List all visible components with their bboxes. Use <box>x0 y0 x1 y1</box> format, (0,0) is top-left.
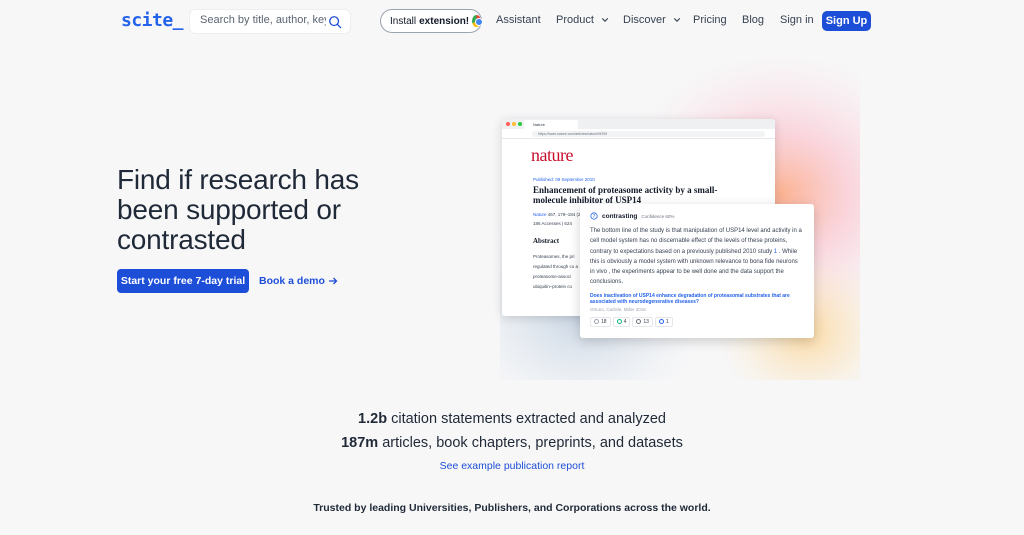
nav-sign-in-label: Sign in <box>780 14 814 26</box>
nav-discover-label: Discover <box>623 14 666 26</box>
top-nav: scite_ Install extension! Assistant Prod… <box>0 0 1024 42</box>
install-extension-button[interactable]: Install extension! <box>380 9 483 33</box>
nav-discover[interactable]: Discover <box>623 14 681 26</box>
nav-assistant[interactable]: Assistant <box>496 14 541 26</box>
install-label-bold: extension! <box>419 15 470 27</box>
citation-card-header: ? contrasting Confidence 60% <box>590 212 804 220</box>
nav-sign-in[interactable]: Sign in <box>780 14 814 26</box>
stat-articles-text: articles, book chapters, preprints, and … <box>382 435 683 451</box>
stat-line-2: 187m articles, book chapters, preprints,… <box>0 435 1024 451</box>
chip-total-value: 18 <box>601 318 607 325</box>
citation-ref: 1 <box>773 248 778 255</box>
trusted-by-text: Trusted by leading Universities, Publish… <box>313 502 711 514</box>
chip-mentioning: 13 <box>632 316 653 327</box>
book-demo-label: Book a demo <box>259 275 325 287</box>
chevron-down-icon <box>673 18 680 22</box>
nav-pricing[interactable]: Pricing <box>693 14 727 26</box>
install-label: Install <box>390 15 417 27</box>
nav-assistant-label: Assistant <box>496 14 541 26</box>
sign-up-button[interactable]: Sign Up <box>822 11 871 31</box>
chip-contrasting-value: 1 <box>665 318 669 325</box>
citation-chips: 18 4 13 1 <box>590 316 804 327</box>
minimize-dot <box>512 122 516 126</box>
abstract-text: Proteasomes, the pri regulated through c… <box>533 254 579 289</box>
abstract-heading: Abstract <box>533 237 560 245</box>
start-trial-button[interactable]: Start your free 7-day trial <box>117 269 249 293</box>
maximize-dot <box>518 122 522 126</box>
example-report-link[interactable]: See example publication report <box>0 460 1024 472</box>
nav-blog[interactable]: Blog <box>742 14 764 26</box>
nature-logo: nature <box>531 145 573 165</box>
citing-paper-authors: Ortuno, Carlisle, Miller 2016 <box>590 306 646 312</box>
article-title: Enhancement of proteasome activity by a … <box>533 185 718 205</box>
stat-citations-text: citation statements extracted and analyz… <box>391 411 666 427</box>
citation-card: ? contrasting Confidence 60% The bottom … <box>580 204 814 338</box>
published-date: Published: 09 September 2010 <box>533 177 595 182</box>
nav-pricing-label: Pricing <box>693 14 727 26</box>
chevron-down-icon <box>601 18 609 22</box>
hero-headline: Find if research has been supported or c… <box>117 164 359 255</box>
nav-blog-label: Blog <box>742 14 765 26</box>
chip-supporting-value: 4 <box>623 318 627 325</box>
chip-mentioning-value: 13 <box>643 318 649 325</box>
nav-product[interactable]: Product <box>556 14 609 26</box>
scite-logo[interactable]: scite_ <box>121 10 184 31</box>
book-demo-link[interactable]: Book a demo <box>259 275 338 287</box>
stat-citations-number: 1.2b <box>358 411 388 427</box>
browser-tab: Nature <box>524 120 578 129</box>
nav-product-label: Product <box>556 14 594 26</box>
browser-tab-bar: Nature <box>502 119 775 129</box>
question-circle-icon: ? <box>590 212 598 220</box>
search-icon[interactable] <box>328 15 342 29</box>
browser-url-row: https://www.nature.com/articles/nature09… <box>502 129 775 139</box>
stat-line-1: 1.2b citation statements extracted and a… <box>0 411 1024 427</box>
close-dot <box>506 122 510 126</box>
citation-type: contrasting <box>602 212 638 220</box>
chip-total: 18 <box>590 316 611 327</box>
chip-contrasting: 1 <box>654 316 673 327</box>
citation-text-part1: The bottom line of the study is that man… <box>590 228 802 255</box>
confidence: Confidence 60% <box>641 213 675 219</box>
article-journal: Nature <box>533 212 547 217</box>
search-box[interactable] <box>189 9 351 34</box>
article-stats: 186 Accesses | 624 <box>533 221 572 226</box>
stat-articles-number: 187m <box>341 435 379 451</box>
browser-url: https://www.nature.com/articles/nature09… <box>532 131 765 137</box>
citation-text: The bottom line of the study is that man… <box>590 226 804 288</box>
chrome-icon <box>472 15 483 27</box>
citing-paper-link: Does inactivation of USP14 enhance degra… <box>590 292 790 306</box>
arrow-right-icon <box>328 277 338 285</box>
chip-supporting: 4 <box>612 316 631 327</box>
search-input[interactable] <box>200 14 326 26</box>
